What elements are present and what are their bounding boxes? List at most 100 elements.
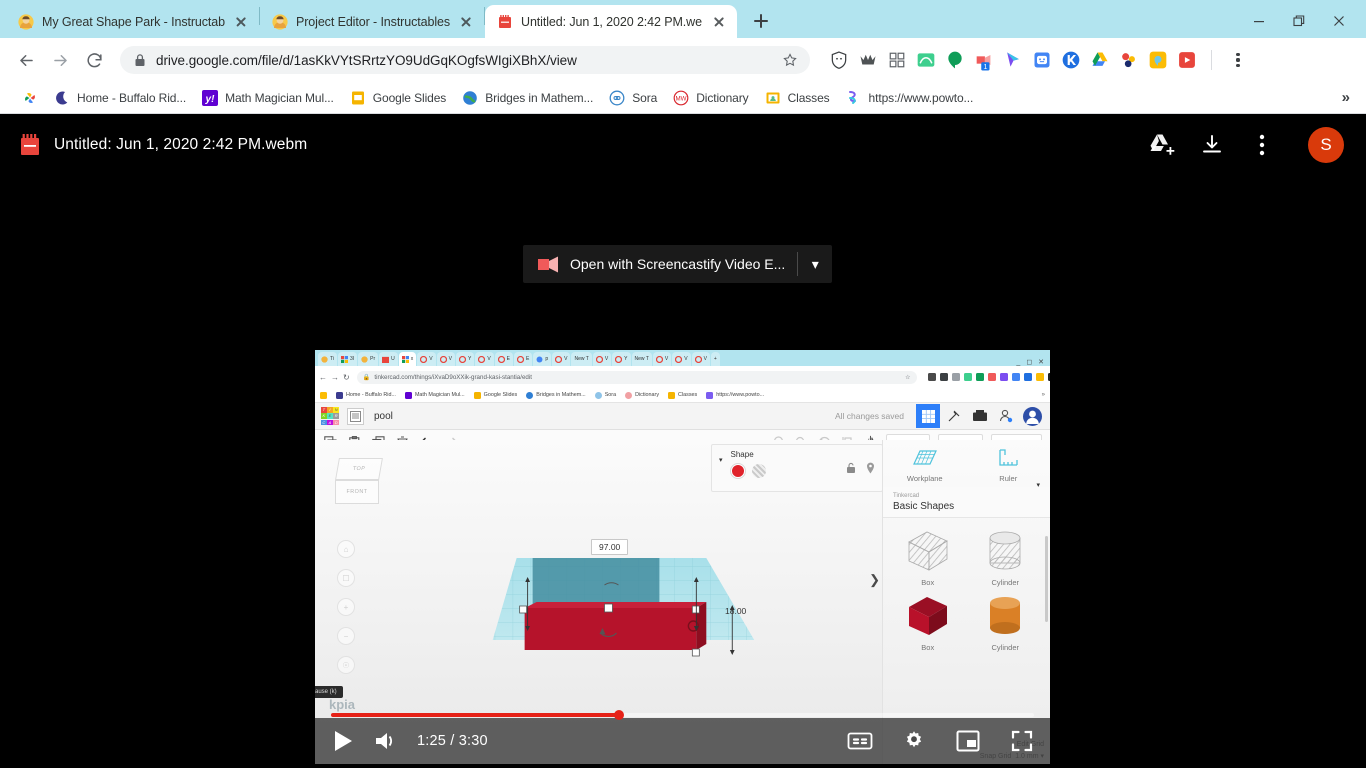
recorded-new-tab-label: + <box>713 356 717 362</box>
more-options-icon[interactable] <box>1248 131 1276 159</box>
desmos-icon[interactable] <box>915 49 937 71</box>
view-cube-front: FRONT <box>335 480 379 504</box>
recorded-tab-title: Y <box>624 356 628 362</box>
hole-hatched-swatch <box>751 464 766 478</box>
photos-pinwheel-icon <box>320 391 327 399</box>
recorded-bookmark: Google Slides <box>473 391 518 399</box>
minimize-icon[interactable] <box>1240 8 1278 34</box>
new-tab-button[interactable] <box>747 7 775 35</box>
video-right-controls <box>846 727 1036 755</box>
zoom-in-icon: + <box>337 598 355 616</box>
video-progress-track[interactable] <box>331 710 1034 720</box>
recorded-bookmark <box>320 391 327 399</box>
download-icon[interactable] <box>1198 131 1226 159</box>
close-icon[interactable] <box>233 14 249 30</box>
drive-file-viewer: Untitled: Jun 1, 2020 2:42 PM.webm S Ope… <box>0 114 1366 768</box>
nearpod-cursor-icon[interactable] <box>1002 49 1024 71</box>
recorded-tab-title: E <box>506 356 510 362</box>
open-with-button[interactable]: Open with Screencastify Video E... ▾ <box>523 245 833 283</box>
volume-button[interactable] <box>373 727 401 755</box>
ruler-tool: Ruler <box>967 448 1051 483</box>
play-button[interactable]: Pause (k) <box>315 686 357 755</box>
reload-icon[interactable] <box>78 44 110 76</box>
view-cube-top: TOP <box>335 458 383 480</box>
bookmark-google-slides[interactable]: Google Slides <box>342 87 454 109</box>
bookmark-math-magician[interactable]: y! Math Magician Mul... <box>194 87 342 109</box>
shape-item-cylinder-solid: Cylinder <box>967 593 1045 652</box>
star-icon[interactable] <box>782 52 798 68</box>
recorded-tab: V <box>672 352 691 366</box>
browser-tab-1[interactable]: My Great Shape Park - Instructab <box>6 5 259 38</box>
settings-button[interactable] <box>900 727 928 755</box>
recorded-extensions: ⋮ <box>927 373 1050 381</box>
avatar[interactable]: S <box>1308 127 1344 163</box>
recorded-bookmark-label: Google Slides <box>483 392 518 398</box>
bookmark-sora[interactable]: Sora <box>601 87 665 109</box>
svg-text:1: 1 <box>983 62 987 71</box>
recorded-tab: V <box>436 352 455 366</box>
bookmark-photos[interactable] <box>14 87 46 109</box>
recorded-url: tinkercad.com/things/iXvaD9oXXik-grand-k… <box>374 373 532 381</box>
video-controls-bar: Pause (k) 1:25 / 3:30 <box>315 686 1050 764</box>
bookmarks-overflow-button[interactable]: » <box>1334 89 1358 106</box>
recorded-tab-title: V <box>703 356 707 362</box>
photos-pinwheel-icon <box>24 92 36 103</box>
dimension-label-height: 18.00 <box>725 606 747 616</box>
google-drive-icon[interactable] <box>1089 49 1111 71</box>
moon-icon <box>56 91 68 105</box>
classroom-bot-icon[interactable] <box>1031 49 1053 71</box>
recorded-bookmark: Math Magician Mul... <box>404 391 465 399</box>
recorded-tab-title: V <box>487 356 491 362</box>
chevron-down-icon[interactable]: ▾ <box>798 256 832 273</box>
fullscreen-button[interactable] <box>1008 727 1036 755</box>
address-bar[interactable]: drive.google.com/file/d/1asKkVYtSRrtzYO9… <box>120 46 810 74</box>
bookmark-dictionary[interactable]: MW Dictionary <box>665 87 756 109</box>
screencast-record-icon[interactable] <box>1176 49 1198 71</box>
recorded-tab-title: New T <box>574 356 589 362</box>
bookmark-label: Home - Buffalo Rid... <box>77 90 187 105</box>
bookmark-home-buffalo[interactable]: Home - Buffalo Rid... <box>46 87 194 109</box>
captions-button[interactable] <box>846 727 874 755</box>
back-arrow-icon[interactable] <box>10 44 42 76</box>
close-icon[interactable] <box>458 14 474 30</box>
workplane-tool: Workplane <box>883 448 967 483</box>
recorded-tab: V <box>417 352 436 366</box>
fit-view-icon: ☐ <box>337 569 355 587</box>
recorded-tab-title: E <box>526 356 530 362</box>
pear-deck-icon[interactable] <box>1147 49 1169 71</box>
screencastify-icon[interactable]: 1 <box>973 49 995 71</box>
shape-list: Box Cylinder Box Cylinder <box>883 518 1050 662</box>
add-person-icon <box>994 404 1018 428</box>
yahoo-icon <box>404 391 412 399</box>
grammarly-crown-icon[interactable] <box>857 49 879 71</box>
apps-grid-icon[interactable] <box>886 49 908 71</box>
restore-icon[interactable] <box>1280 8 1318 34</box>
green-balloon-icon[interactable] <box>944 49 966 71</box>
shelf-scrollbar <box>1045 536 1048 622</box>
desmos-icon <box>963 373 972 381</box>
moon-icon <box>336 391 343 399</box>
bookmark-bridges[interactable]: Bridges in Mathem... <box>454 87 601 109</box>
drive-header: Untitled: Jun 1, 2020 2:42 PM.webm S <box>0 114 1366 176</box>
bookmark-powtoon[interactable]: https://www.powto... <box>838 87 982 109</box>
recorded-tab: Y <box>455 352 475 366</box>
three-dot-menu-icon[interactable] <box>1225 47 1251 73</box>
recorded-tab-title: Pr <box>370 356 376 362</box>
miniplayer-button[interactable] <box>954 727 982 755</box>
video-player[interactable]: Ti 3I Pr U x V V Y V E E p V New T V Y N <box>315 350 1050 764</box>
close-icon[interactable] <box>1320 8 1358 34</box>
kami-icon[interactable] <box>1060 49 1082 71</box>
recorded-window-controls: _ ◻ ✕ <box>1016 358 1044 367</box>
browser-tab-3-active[interactable]: Untitled: Jun 1, 2020 2:42 PM.we <box>485 5 738 38</box>
browser-tab-2[interactable]: Project Editor - Instructables <box>260 5 484 38</box>
bookmark-classes[interactable]: Classes <box>757 87 838 109</box>
recorded-tab: New T <box>631 352 652 366</box>
shape-label: Box <box>921 578 935 587</box>
close-icon[interactable] <box>711 14 727 30</box>
shape-label: Box <box>921 643 935 652</box>
workplane-label: Workplane <box>906 474 943 483</box>
molecule-icon[interactable] <box>1118 49 1140 71</box>
ghostery-shield-icon[interactable] <box>828 49 850 71</box>
forward-arrow-icon[interactable] <box>44 44 76 76</box>
add-to-my-drive-icon[interactable] <box>1148 131 1176 159</box>
